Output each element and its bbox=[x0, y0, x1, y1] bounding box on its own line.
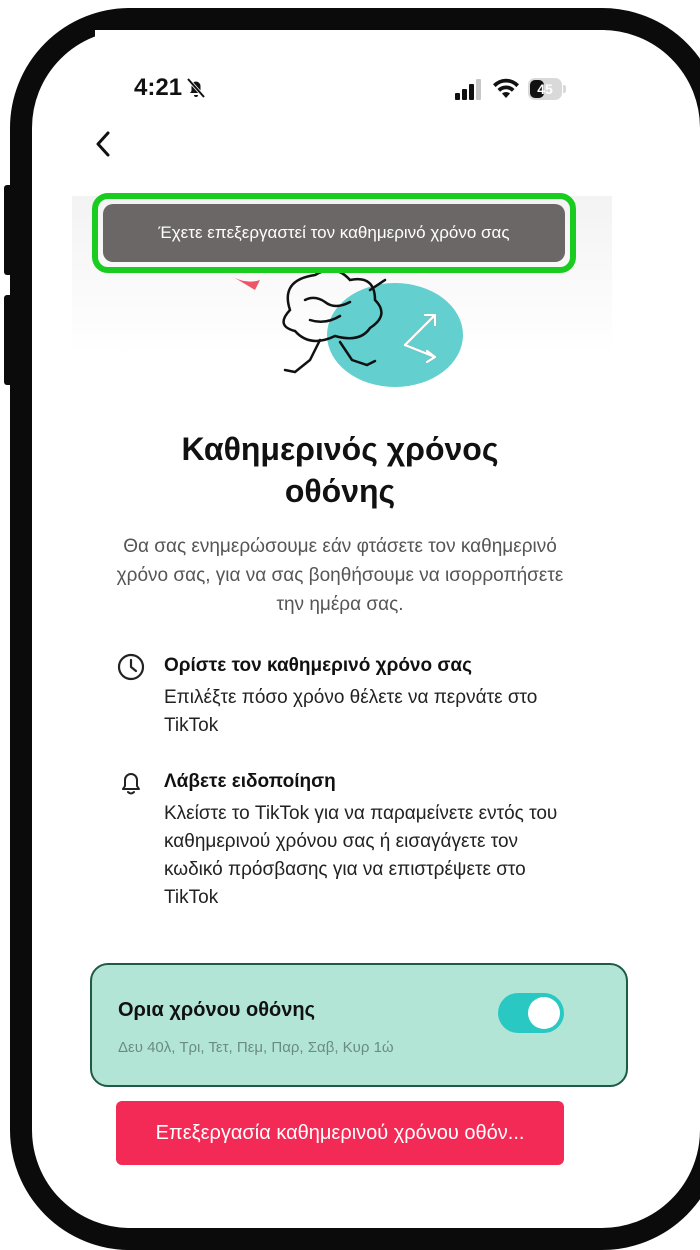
bell-icon bbox=[122, 773, 140, 795]
notch-area bbox=[95, 30, 605, 48]
page-description: Θα σας ενημερώσουμε εάν φτάσετε τον καθη… bbox=[116, 536, 564, 615]
wifi-icon bbox=[493, 78, 519, 98]
feature-body: Κλείστε το TikTok για να παραμείνετε εντ… bbox=[164, 803, 558, 908]
cellular-signal-icon bbox=[455, 79, 481, 100]
page-title: Καθημερινός χρόνος οθόνης bbox=[181, 431, 499, 509]
toast-message: Έχετε επεξεργαστεί τον καθημερινό χρόνο … bbox=[103, 204, 565, 262]
battery-icon: 45 bbox=[528, 78, 568, 100]
feature-title: Ορίστε τον καθημερινό χρόνο σας bbox=[164, 655, 472, 676]
screen-time-limits-card[interactable]: Ορια χρόνου οθόνης Δευ 40λ, Τρι, Τετ, Πε… bbox=[90, 963, 628, 1087]
status-time: 4:21 bbox=[134, 74, 183, 101]
limits-title: Ορια χρόνου οθόνης bbox=[118, 999, 315, 1021]
screen-time-toggle[interactable] bbox=[498, 993, 564, 1033]
limits-schedule: Δευ 40λ, Τρι, Τετ, Πεμ, Παρ, Σαβ, Κυρ 1ώ bbox=[118, 1039, 394, 1056]
chevron-left-icon bbox=[96, 131, 110, 157]
feature-title: Λάβετε ειδοποίηση bbox=[164, 771, 336, 792]
edit-daily-time-button[interactable]: Επεξεργασία καθημερινού χρόνου οθόν... bbox=[116, 1101, 564, 1165]
bell-slash-icon bbox=[186, 77, 206, 99]
battery-level: 45 bbox=[537, 81, 553, 97]
feature-body: Επιλέξτε πόσο χρόνο θέλετε να περνάτε στ… bbox=[164, 687, 538, 736]
status-bar: 4:21 45 bbox=[0, 72, 700, 108]
clock-icon bbox=[117, 653, 145, 681]
toggle-knob bbox=[528, 997, 560, 1029]
screen: 4:21 45 Έχετε επεξεργαστεί τον καθημεριν… bbox=[0, 0, 700, 1239]
back-button[interactable] bbox=[88, 126, 118, 162]
